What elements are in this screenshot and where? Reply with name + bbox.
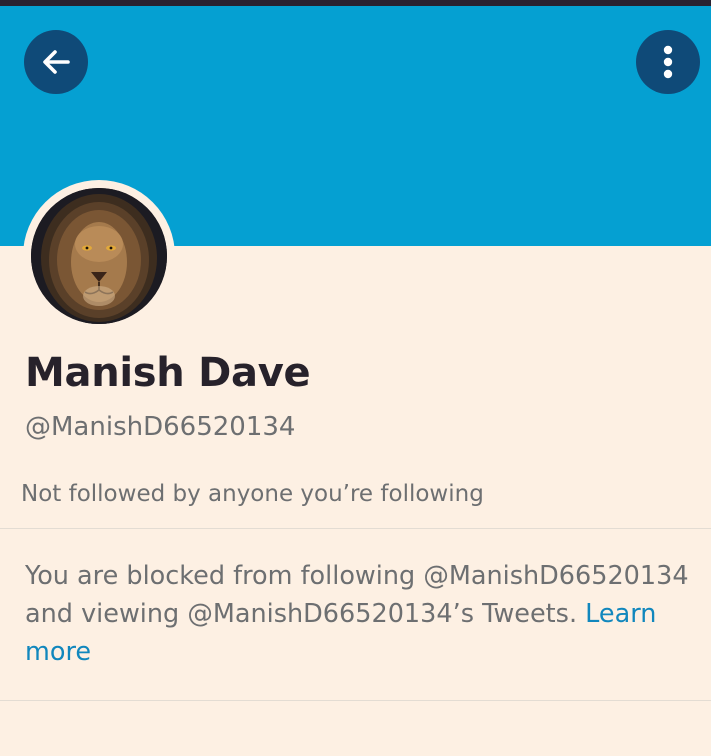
avatar-frame [23,180,175,332]
profile-name: Manish Dave [25,350,311,396]
more-options-button[interactable] [636,30,700,94]
lion-avatar-image [31,188,167,324]
followers-you-know: Not followed by anyone you’re following [21,481,484,507]
blocked-notice: You are blocked from following @ManishD6… [25,557,700,671]
divider [0,700,711,701]
divider [0,528,711,529]
back-button[interactable] [24,30,88,94]
profile-handle: @ManishD66520134 [25,412,296,442]
avatar[interactable] [31,188,167,324]
more-vertical-icon [663,45,673,79]
arrow-left-icon [43,50,70,74]
